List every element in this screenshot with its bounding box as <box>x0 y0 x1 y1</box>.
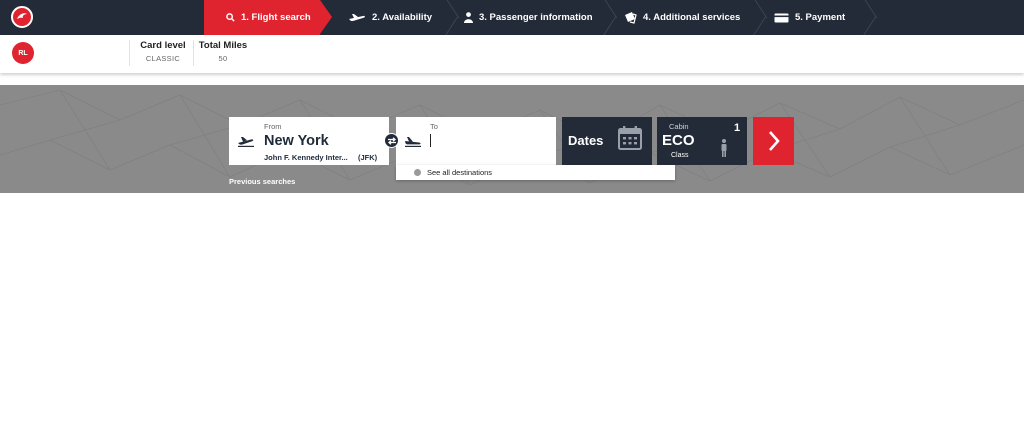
ticket-icon <box>624 11 637 24</box>
swap-icon <box>387 136 396 145</box>
calendar-icon <box>617 125 643 156</box>
card-level-value: CLASSIC <box>145 54 181 63</box>
divider <box>129 40 130 66</box>
from-airport-code: (JFK) <box>358 153 378 162</box>
dates-button[interactable]: Dates <box>562 117 652 165</box>
chevron-right-icon <box>768 131 780 151</box>
step-label: 4. Additional services <box>643 12 741 23</box>
avatar[interactable]: RL <box>12 42 34 64</box>
search-icon <box>226 13 235 22</box>
globe-icon <box>414 169 421 176</box>
user-info-bar: RL Card level CLASSIC Total Miles 50 <box>0 35 1024 73</box>
step-passenger-information[interactable]: 3. Passenger information <box>450 0 608 35</box>
from-label: From <box>264 122 282 131</box>
cabin-class-label: Class <box>671 152 689 159</box>
text-cursor <box>430 134 431 147</box>
divider <box>193 40 194 66</box>
search-flights-button[interactable] <box>753 117 794 165</box>
cabin-value: ECO <box>662 132 695 149</box>
plane-icon <box>348 13 366 22</box>
person-icon <box>464 12 473 23</box>
total-miles: Total Miles 50 <box>196 40 250 63</box>
to-label: To <box>430 122 438 131</box>
step-payment[interactable]: 5. Payment <box>758 0 868 35</box>
passenger-count: 1 <box>734 122 741 134</box>
card-level-label: Card level <box>140 40 186 51</box>
from-city: New York <box>264 133 329 149</box>
card-icon <box>774 13 789 23</box>
swap-airports-button[interactable] <box>384 133 399 148</box>
dates-label: Dates <box>568 133 604 148</box>
airline-logo[interactable] <box>11 6 33 28</box>
step-label: 2. Availability <box>372 12 433 23</box>
bird-logo-icon <box>17 13 27 19</box>
cabin-selector[interactable]: Cabin ECO Class 1 <box>657 117 747 165</box>
step-label: 3. Passenger information <box>479 12 593 23</box>
to-field[interactable]: To <box>396 117 556 165</box>
total-miles-label: Total Miles <box>198 40 248 51</box>
step-availability[interactable]: 2. Availability <box>320 0 450 35</box>
see-all-destinations-link[interactable]: See all destinations <box>427 168 492 177</box>
departure-plane-icon <box>237 134 255 152</box>
cabin-label: Cabin <box>669 122 689 131</box>
destinations-dropdown[interactable]: See all destinations <box>396 165 675 180</box>
step-additional-services[interactable]: 4. Additional services <box>608 0 758 35</box>
from-airport: John F. Kennedy Inter... <box>264 153 348 162</box>
step-flight-search[interactable]: 1. Flight search <box>204 0 332 35</box>
passenger-icon <box>720 139 728 162</box>
top-navigation-bar: 1. Flight search 2. Availability 3. Pass… <box>0 0 1024 35</box>
step-label: 1. Flight search <box>241 12 311 23</box>
arrival-plane-icon <box>404 134 422 152</box>
total-miles-value: 50 <box>218 54 228 63</box>
previous-searches-link[interactable]: Previous searches <box>229 177 295 186</box>
from-field[interactable]: From New York John F. Kennedy Inter... (… <box>229 117 389 165</box>
step-label: 5. Payment <box>795 12 846 23</box>
card-level: Card level CLASSIC <box>138 40 188 63</box>
